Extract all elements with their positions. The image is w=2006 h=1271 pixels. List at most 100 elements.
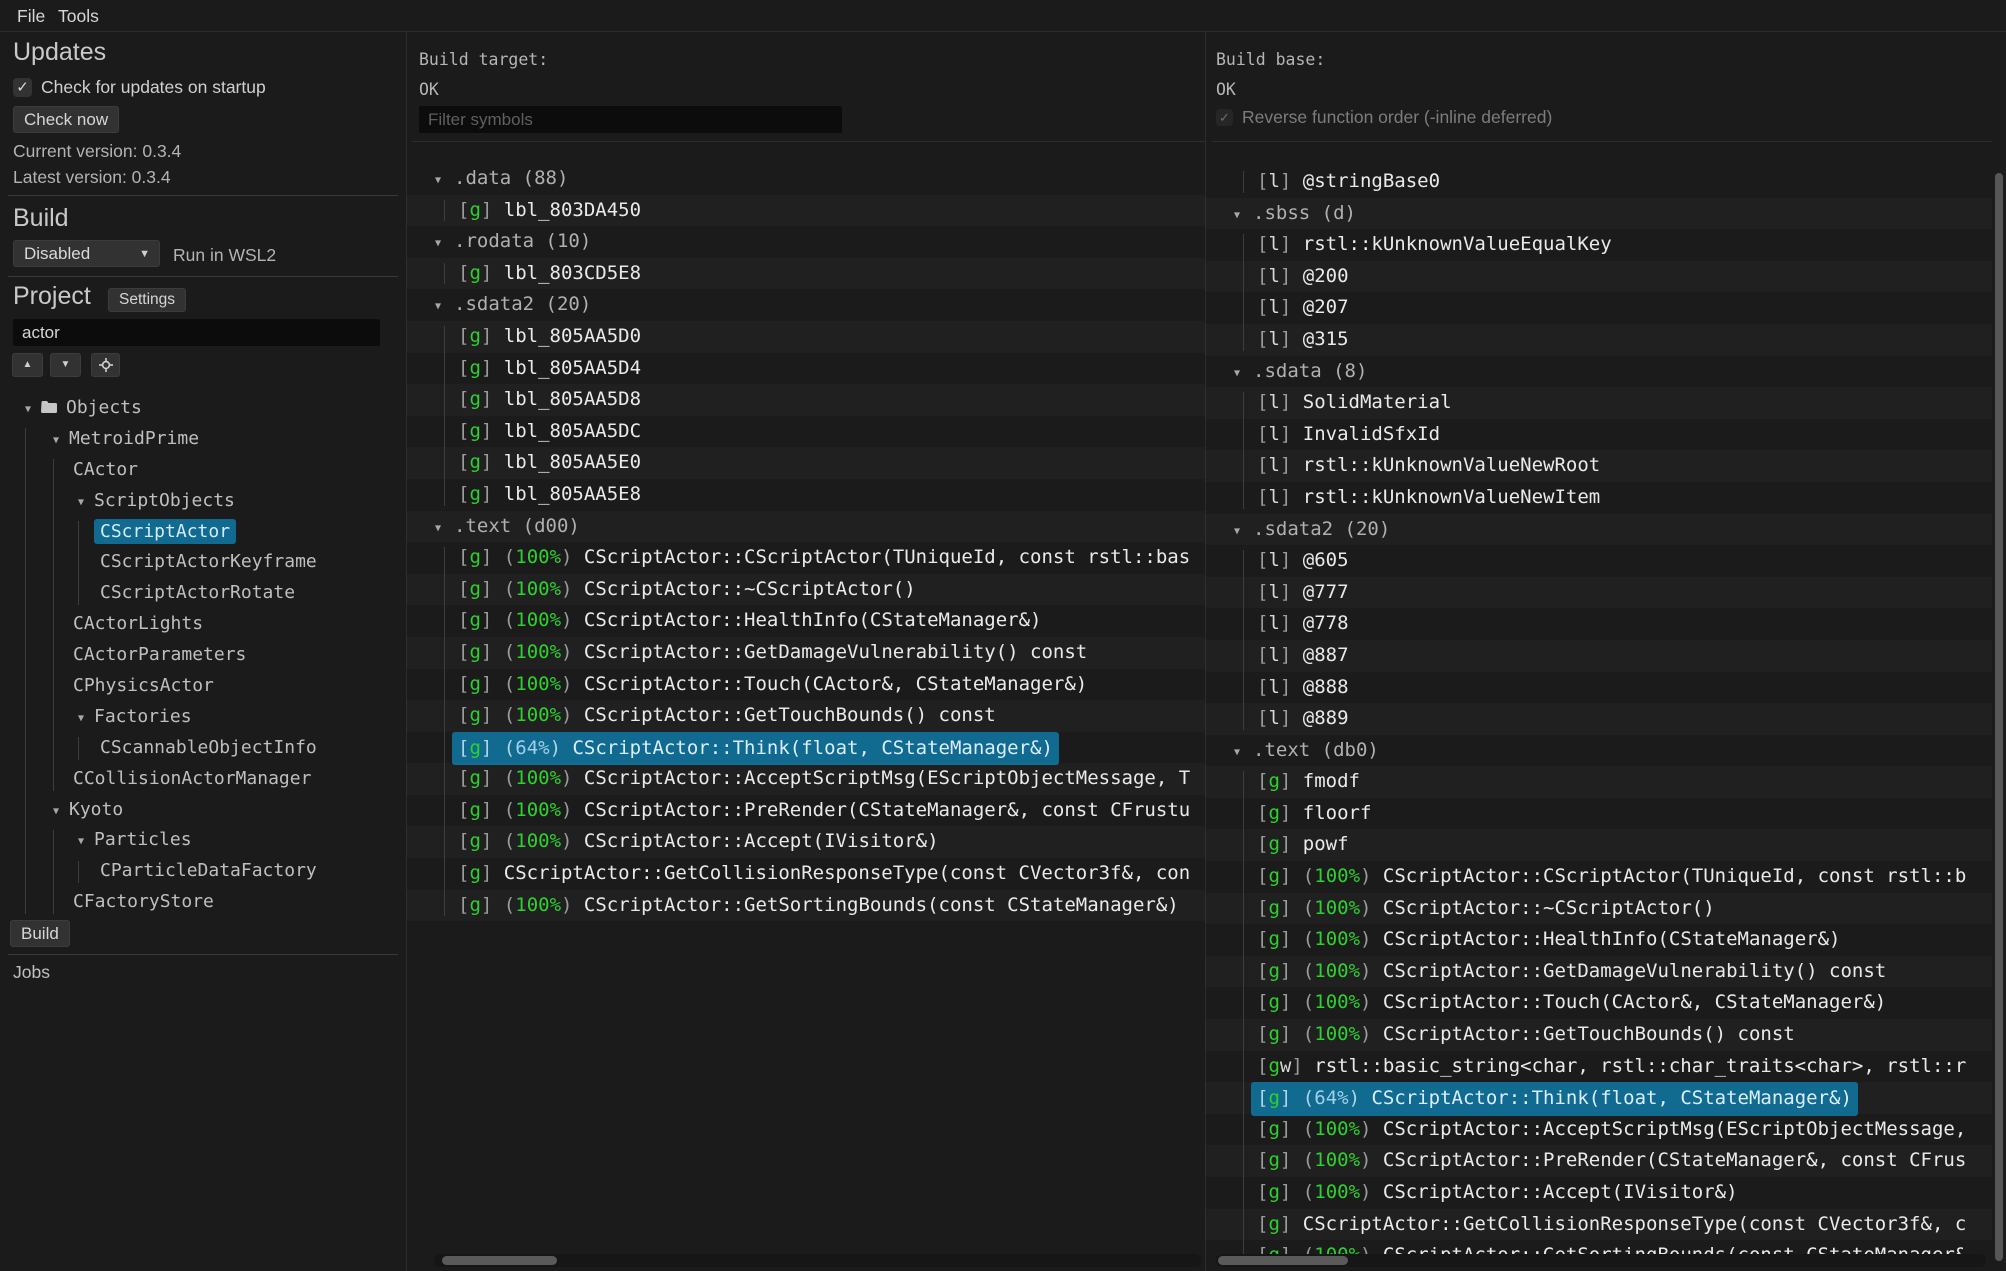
symbol-row[interactable]: [g] floorf xyxy=(1205,798,1992,830)
tree-item-cscriptactorrotate[interactable]: CScriptActorRotate xyxy=(0,578,405,609)
symbol-row[interactable]: [l] @889 xyxy=(1205,703,1992,735)
next-match-button[interactable]: ▼ xyxy=(50,353,81,377)
symbol-row[interactable]: [g] (64%) CScriptActor::Think(float, CSt… xyxy=(406,732,1205,764)
symbol-row[interactable]: [g] CScriptActor::GetCollisionResponseTy… xyxy=(1205,1209,1992,1241)
symbol-row[interactable]: [l] @777 xyxy=(1205,577,1992,609)
symbol-row[interactable]: [g] (100%) CScriptActor::PreRender(CStat… xyxy=(1205,1145,1992,1177)
build-mode-dropdown[interactable]: Disabled ▼ xyxy=(13,240,160,267)
project-search-input[interactable] xyxy=(13,319,380,346)
tree-item-cscriptactorkeyframe[interactable]: CScriptActorKeyframe xyxy=(0,547,405,578)
menu-tools[interactable]: Tools xyxy=(58,6,99,27)
tree-item-kyoto[interactable]: Kyoto xyxy=(0,795,405,826)
tree-item-cactor[interactable]: CActor xyxy=(0,455,405,486)
symbol-row[interactable]: [g] (100%) CScriptActor::GetSortingBound… xyxy=(406,890,1205,922)
symbol-row[interactable]: [g] lbl_805AA5D4 xyxy=(406,353,1205,385)
symbol-row[interactable]: [l] @605 xyxy=(1205,545,1992,577)
build-button[interactable]: Build xyxy=(10,920,70,947)
section-row[interactable]: .sdata2 (20) xyxy=(1205,514,1992,546)
tree-item-cfactorystore[interactable]: CFactoryStore xyxy=(0,887,405,918)
section-row[interactable]: .sdata2 (20) xyxy=(406,289,1205,321)
symbol-row[interactable]: [l] rstl::kUnknownValueEqualKey xyxy=(1205,229,1992,261)
symbol-row[interactable]: [g] (100%) CScriptActor::AcceptScriptMsg… xyxy=(1205,1114,1992,1146)
tree-item-cparticledatafactory[interactable]: CParticleDataFactory xyxy=(0,856,405,887)
symbol-row[interactable]: [g] (100%) CScriptActor::GetDamageVulner… xyxy=(406,637,1205,669)
base-hscrollbar-handle[interactable] xyxy=(1218,1256,1348,1265)
symbol-row[interactable]: [g] powf xyxy=(1205,829,1992,861)
symbol-row[interactable]: [g] (100%) CScriptActor::GetTouchBounds(… xyxy=(406,700,1205,732)
update-startup-checkbox[interactable]: Check for updates on startup xyxy=(13,77,266,98)
tree-item-cactorlights[interactable]: CActorLights xyxy=(0,609,405,640)
tree-item-cphysicsactor[interactable]: CPhysicsActor xyxy=(0,671,405,702)
symbol-row[interactable]: [g] (100%) CScriptActor::CScriptActor(TU… xyxy=(406,542,1205,574)
symbol-row[interactable]: [l] rstl::kUnknownValueNewRoot xyxy=(1205,450,1992,482)
symbol-row[interactable]: [gw] rstl::basic_string<char, rstl::char… xyxy=(1205,1051,1992,1083)
match-percent: 100% xyxy=(515,578,561,600)
reverse-order-checkbox[interactable]: Reverse function order (-inline deferred… xyxy=(1216,107,1552,128)
tree-item-ccollisionactormanager[interactable]: CCollisionActorManager xyxy=(0,764,405,795)
tree-item-objects[interactable]: Objects xyxy=(0,393,405,424)
section-row[interactable]: .sbss (d) xyxy=(1205,198,1992,230)
symbol-row[interactable]: [g] (100%) CScriptActor::GetTouchBounds(… xyxy=(1205,1019,1992,1051)
symbol-flag-l: l xyxy=(1268,644,1279,666)
symbol-row[interactable]: [g] (100%) CScriptActor::Touch(CActor&, … xyxy=(406,669,1205,701)
symbol-row[interactable]: [l] @887 xyxy=(1205,640,1992,672)
symbol-row[interactable]: [l] @778 xyxy=(1205,608,1992,640)
section-row[interactable]: .sdata (8) xyxy=(1205,356,1992,388)
symbol-row[interactable]: [g] lbl_805AA5E8 xyxy=(406,479,1205,511)
symbol-row[interactable]: [l] @315 xyxy=(1205,324,1992,356)
check-now-button[interactable]: Check now xyxy=(13,106,119,133)
symbol-row[interactable]: [g] (100%) CScriptActor::~CScriptActor() xyxy=(406,574,1205,606)
section-row[interactable]: .text (d00) xyxy=(406,511,1205,543)
tree-item-label: CPhysicsActor xyxy=(73,675,214,696)
symbol-row[interactable]: [l] @207 xyxy=(1205,292,1992,324)
symbol-row[interactable]: [g] lbl_805AA5E0 xyxy=(406,447,1205,479)
symbol-row[interactable]: [g] (100%) CScriptActor::HealthInfo(CSta… xyxy=(406,605,1205,637)
tree-item-cscriptactor[interactable]: CScriptActor xyxy=(0,517,405,548)
symbol-row[interactable]: [l] @200 xyxy=(1205,261,1992,293)
symbol-row[interactable]: [g] (100%) CScriptActor::HealthInfo(CSta… xyxy=(1205,924,1992,956)
symbol-row[interactable]: [g] lbl_803CD5E8 xyxy=(406,258,1205,290)
base-hscrollbar-track[interactable] xyxy=(1216,1254,1986,1267)
filter-symbols-input[interactable] xyxy=(419,106,842,133)
base-vscrollbar-handle[interactable] xyxy=(1995,173,2003,1261)
tree-item-factories[interactable]: Factories xyxy=(0,702,405,733)
symbol-row[interactable]: [g] (100%) CScriptActor::~CScriptActor() xyxy=(1205,893,1992,925)
tree-item-cactorparameters[interactable]: CActorParameters xyxy=(0,640,405,671)
section-row[interactable]: .data (88) xyxy=(406,163,1205,195)
symbol-row[interactable]: [g] lbl_805AA5DC xyxy=(406,416,1205,448)
symbol-entry: [g] (100%) CScriptActor::HealthInfo(CSta… xyxy=(458,605,1041,637)
symbol-row[interactable]: [g] (100%) CScriptActor::CScriptActor(TU… xyxy=(1205,861,1992,893)
symbol-row[interactable]: [g] lbl_805AA5D0 xyxy=(406,321,1205,353)
locate-current-button[interactable] xyxy=(91,353,120,377)
symbol-name: lbl_805AA5E0 xyxy=(504,451,641,473)
symbol-row[interactable]: [g] lbl_803DA450 xyxy=(406,195,1205,227)
symbol-row[interactable]: [l] SolidMaterial xyxy=(1205,387,1992,419)
symbol-row[interactable]: [g] CScriptActor::GetCollisionResponseTy… xyxy=(406,858,1205,890)
project-settings-button[interactable]: Settings xyxy=(108,288,186,312)
symbol-row[interactable]: [g] (100%) CScriptActor::Accept(IVisitor… xyxy=(1205,1177,1992,1209)
symbol-row[interactable]: [l] InvalidSfxId xyxy=(1205,419,1992,451)
symbol-row[interactable]: [g] lbl_805AA5D8 xyxy=(406,384,1205,416)
tree-item-particles[interactable]: Particles xyxy=(0,825,405,856)
tree-item-cscannableobjectinfo[interactable]: CScannableObjectInfo xyxy=(0,733,405,764)
tree-item-metroidprime[interactable]: MetroidPrime xyxy=(0,424,405,455)
symbol-row[interactable]: [g] (100%) CScriptActor::Accept(IVisitor… xyxy=(406,826,1205,858)
symbol-row[interactable]: [l] @888 xyxy=(1205,672,1992,704)
symbol-row[interactable]: [g] fmodf xyxy=(1205,766,1992,798)
symbol-row[interactable]: [l] rstl::kUnknownValueNewItem xyxy=(1205,482,1992,514)
prev-match-button[interactable]: ▲ xyxy=(12,353,43,377)
tree-item-scriptobjects[interactable]: ScriptObjects xyxy=(0,486,405,517)
build-mode-value: Disabled xyxy=(24,244,90,263)
section-row[interactable]: .text (db0) xyxy=(1205,735,1992,767)
tree-item-label: MetroidPrime xyxy=(69,428,199,449)
symbol-row[interactable]: [g] (100%) CScriptActor::Touch(CActor&, … xyxy=(1205,987,1992,1019)
symbol-row[interactable]: [g] (100%) CScriptActor::GetDamageVulner… xyxy=(1205,956,1992,988)
symbol-row[interactable]: [g] (100%) CScriptActor::PreRender(CStat… xyxy=(406,795,1205,827)
menu-file[interactable]: File xyxy=(17,6,45,27)
symbol-row[interactable]: [g] (100%) CScriptActor::AcceptScriptMsg… xyxy=(406,763,1205,795)
target-hscrollbar-track[interactable] xyxy=(434,1254,1201,1267)
target-hscrollbar-handle[interactable] xyxy=(442,1256,557,1265)
section-row[interactable]: .rodata (10) xyxy=(406,226,1205,258)
symbol-row[interactable]: [l] @stringBase0 xyxy=(1205,166,1992,198)
symbol-row[interactable]: [g] (64%) CScriptActor::Think(float, CSt… xyxy=(1205,1082,1992,1114)
